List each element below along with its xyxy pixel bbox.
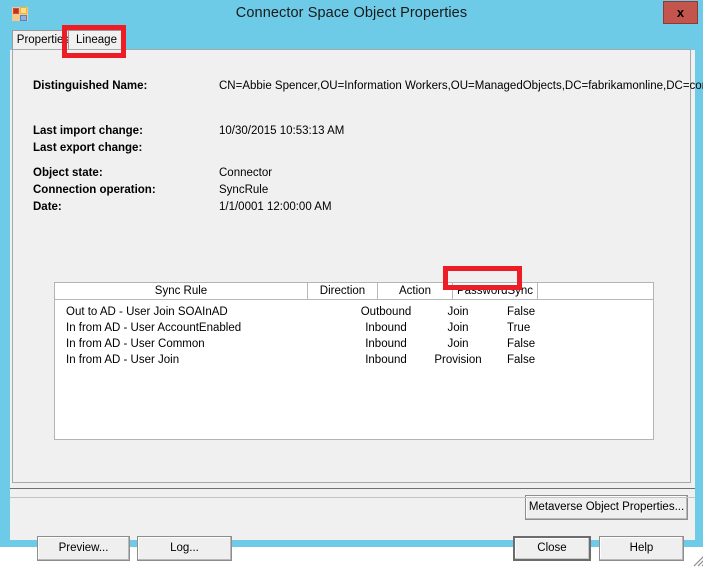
cell-direction: Inbound [365,338,407,350]
tab-strip: Properties Lineage [10,28,695,50]
cell-password-sync: False [507,306,536,318]
tab-properties[interactable]: Properties [12,30,74,50]
cell-sync-rule: In from AD - User Common [66,338,205,350]
lineage-tab-panel: Distinguished Name: CN=Abbie Spencer,OU=… [12,49,703,520]
cell-direction: Inbound [365,322,407,334]
table-row[interactable]: In from AD - User Common Inbound Join Fa… [55,337,653,353]
cell-action: Provision [434,354,482,366]
dialog-window: Connector Space Object Properties x Prop… [0,0,703,567]
column-header-sync-rule[interactable]: Sync Rule [55,283,308,300]
date-value: 1/1/0001 12:00:00 AM [219,201,332,213]
cell-password-sync: False [507,338,536,350]
column-header-password-sync[interactable]: PasswordSync [453,283,538,300]
distinguished-name-value: CN=Abbie Spencer,OU=Information Workers,… [219,80,703,92]
cell-action: Join [447,338,469,350]
preview-button[interactable]: Preview... [37,536,130,561]
cell-sync-rule: Out to AD - User Join SOAInAD [66,306,228,318]
sync-rules-listview[interactable]: Sync Rule Direction Action PasswordSync … [54,282,654,440]
metaverse-object-properties-button[interactable]: Metaverse Object Properties... [525,495,688,520]
close-button[interactable]: Close [513,536,591,561]
connection-operation-value: SyncRule [219,184,269,196]
cell-sync-rule: In from AD - User Join [66,354,180,366]
column-header-direction[interactable]: Direction [308,283,378,300]
cell-password-sync: True [507,322,531,334]
object-state-label: Object state: [33,167,103,179]
window-title: Connector Space Object Properties [235,5,468,21]
cell-action: Join [447,306,469,318]
dialog-client-area: Properties Lineage Distinguished Name: C… [10,28,703,567]
table-row[interactable]: Out to AD - User Join SOAInAD Outbound J… [55,305,653,321]
object-state-value: Connector [219,167,273,179]
cell-password-sync: False [507,354,536,366]
date-label: Date: [33,201,62,213]
title-bar: Connector Space Object Properties x [0,0,703,28]
cell-sync-rule: In from AD - User AccountEnabled [66,322,242,334]
close-icon[interactable]: x [663,1,698,24]
last-import-change-label: Last import change: [33,125,143,137]
help-button[interactable]: Help [599,536,684,561]
tab-lineage[interactable]: Lineage [68,30,125,50]
cell-direction: Inbound [365,354,407,366]
connection-operation-label: Connection operation: [33,184,156,196]
resize-grip-icon[interactable] [692,554,703,568]
distinguished-name-label: Distinguished Name: [33,80,148,92]
table-row[interactable]: In from AD - User AccountEnabled Inbound… [55,321,653,337]
cell-action: Join [447,322,469,334]
column-header-action[interactable]: Action [378,283,453,300]
table-row[interactable]: In from AD - User Join Inbound Provision… [55,353,653,369]
listview-header: Sync Rule Direction Action PasswordSync [55,283,653,300]
divider [10,497,695,498]
log-button[interactable]: Log... [137,536,232,561]
last-import-change-value: 10/30/2015 10:53:13 AM [219,125,345,137]
divider [10,488,695,489]
cell-direction: Outbound [360,306,412,318]
last-export-change-label: Last export change: [33,142,143,154]
column-header-filler [538,283,653,300]
